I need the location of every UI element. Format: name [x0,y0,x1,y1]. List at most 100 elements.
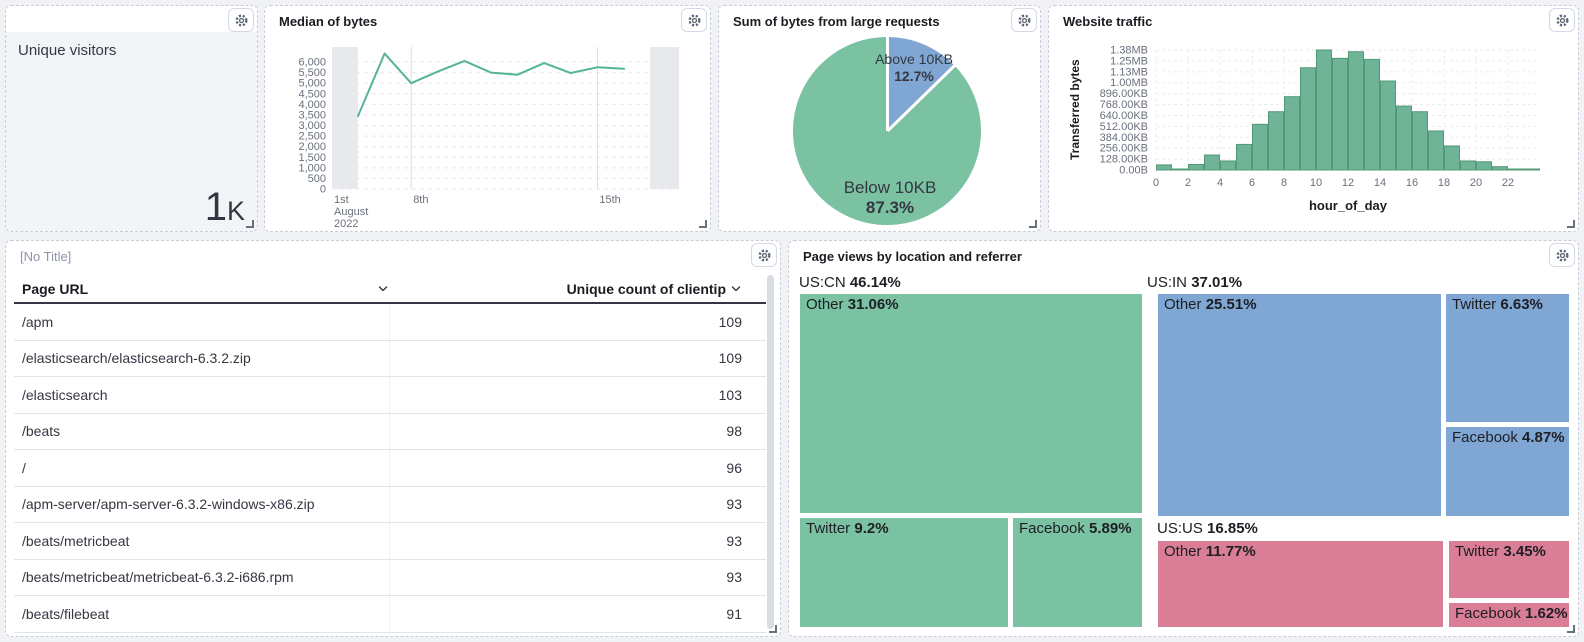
bar-hour-21[interactable] [1493,167,1508,170]
panel-resize-handle[interactable] [1567,220,1575,228]
bar-hour-7[interactable] [1269,112,1284,170]
panel-resize-handle[interactable] [769,625,777,633]
panel-title: [No Title] [20,249,744,264]
panel-header [6,6,257,32]
bar-hour-22[interactable] [1509,169,1524,170]
x-tick-label: 10 [1310,177,1322,189]
panel-resize-handle[interactable] [1029,220,1037,228]
bar-hour-13[interactable] [1365,59,1380,170]
bar-hour-23[interactable] [1525,169,1540,170]
x-tick-label: 4 [1217,177,1223,189]
treemap-group-label-us-in: US:IN 37.01% [1147,274,1242,291]
bar-hour-11[interactable] [1333,58,1348,170]
x-axis-title: hour_of_day [1156,198,1540,213]
bar-hour-3[interactable] [1205,155,1220,170]
panel-page-url-table: [No Title] Page URL Unique count of clie… [5,240,781,637]
cell-page-url[interactable]: /apm [14,314,389,330]
treemap-tile-cn-facebook[interactable]: Facebook 5.89% [1012,517,1143,628]
cell-page-url[interactable]: /beats/metricbeat [14,533,389,549]
panel-resize-handle[interactable] [699,220,707,228]
treemap-tile-in-other[interactable]: Other 25.51% [1157,293,1442,517]
bar-hour-20[interactable] [1477,162,1492,170]
x-tick-label: 15th [599,194,620,206]
bar-hour-9[interactable] [1301,68,1316,170]
line-series[interactable] [358,54,624,116]
bar-hour-15[interactable] [1397,106,1412,170]
bar-hour-0[interactable] [1157,165,1172,170]
column-header-page-url[interactable]: Page URL [14,281,389,297]
bar-hour-18[interactable] [1445,146,1460,170]
table-row: /beats/filebeat91 [14,596,766,633]
treemap-tile-us-twitter[interactable]: Twitter 3.45% [1448,540,1570,599]
table-header: Page URL Unique count of clientip [14,276,766,304]
bar-hour-19[interactable] [1461,161,1476,170]
cell-unique-count[interactable]: 96 [389,460,766,476]
treemap-tile-in-facebook[interactable]: Facebook 4.87% [1445,426,1570,517]
cell-page-url[interactable]: /elasticsearch/elasticsearch-6.3.2.zip [14,350,389,366]
cell-unique-count[interactable]: 109 [389,314,766,330]
table-row: /beats98 [14,414,766,451]
y-tick-label: 0 [320,184,326,196]
table-row: /elasticsearch103 [14,377,766,414]
bar-hour-1[interactable] [1173,169,1188,170]
cell-page-url[interactable]: /beats [14,423,389,439]
cell-unique-count[interactable]: 93 [389,533,766,549]
x-tick-label: 1st [334,194,349,206]
panel-settings-button[interactable] [681,8,707,32]
cell-unique-count[interactable]: 93 [389,496,766,512]
chevron-down-icon[interactable] [730,283,742,295]
bar-hour-5[interactable] [1237,144,1252,170]
treemap-tile-us-other[interactable]: Other 11.77% [1157,540,1444,628]
treemap-tile-us-facebook[interactable]: Facebook 1.62% [1448,602,1570,628]
column-header-unique-count[interactable]: Unique count of clientip [389,281,766,297]
bar-hour-2[interactable] [1189,164,1204,170]
bar-hour-16[interactable] [1413,112,1428,170]
cell-page-url[interactable]: /elasticsearch [14,387,389,403]
panel-settings-button[interactable] [1549,243,1575,267]
bar-hour-12[interactable] [1349,52,1364,170]
metric-value-number: 1 [205,187,227,227]
panel-settings-button[interactable] [1549,8,1575,32]
x-tick-label: 6 [1249,177,1255,189]
cell-unique-count[interactable]: 109 [389,350,766,366]
treemap: US:CN 46.14% US:IN 37.01% US:US 16.85% O… [789,241,1578,636]
table-row: /elasticsearch/elasticsearch-6.3.2.zip10… [14,341,766,378]
bar-hour-4[interactable] [1221,161,1236,170]
panel-resize-handle[interactable] [246,220,254,228]
panel-resize-handle[interactable] [1567,625,1575,633]
panel-settings-button[interactable] [1011,8,1037,32]
x-tick-label: 12 [1342,177,1354,189]
gear-icon [1555,248,1570,263]
cell-unique-count[interactable]: 91 [389,606,766,622]
cell-page-url[interactable]: /apm-server/apm-server-6.3.2-windows-x86… [14,496,389,512]
cell-page-url[interactable]: /beats/metricbeat/metricbeat-6.3.2-i686.… [14,569,389,585]
panel-title: Sum of bytes from large requests [733,14,1004,29]
cell-unique-count[interactable]: 103 [389,387,766,403]
panel-website-traffic: Website traffic 1.38MB1.25MB1.13MB1.00MB… [1048,5,1579,232]
bar-hour-14[interactable] [1381,81,1396,170]
table-row: /apm-server/apm-server-6.3.2-linux-x86_6… [14,633,766,636]
table-scrollbar[interactable] [767,275,774,629]
bar-hour-6[interactable] [1253,124,1268,170]
x-tick-label: 22 [1502,177,1514,189]
cell-page-url[interactable]: /beats/filebeat [14,606,389,622]
cell-unique-count[interactable]: 98 [389,423,766,439]
panel-settings-button[interactable] [751,243,777,267]
treemap-tile-cn-twitter[interactable]: Twitter 9.2% [799,517,1009,628]
pie-slice-label-above-10kb: Above 10KB 12.7% [874,51,954,84]
bar-hour-10[interactable] [1317,50,1332,170]
cell-unique-count[interactable]: 93 [389,569,766,585]
bar-hour-8[interactable] [1285,97,1300,170]
gear-icon [757,248,772,263]
cell-page-url[interactable]: / [14,460,389,476]
chevron-down-icon[interactable] [377,283,389,295]
metric-body: Unique visitors 1K [6,32,257,231]
treemap-tile-in-twitter[interactable]: Twitter 6.63% [1445,293,1570,423]
x-tick-label: 20 [1470,177,1482,189]
gear-icon [1555,13,1570,28]
line-chart[interactable]: 6,0005,5005,0004,5004,0003,5003,0002,500… [265,6,711,232]
bar-hour-17[interactable] [1429,131,1444,170]
treemap-tile-cn-other[interactable]: Other 31.06% [799,293,1143,514]
x-tick-label: 8th [413,194,428,206]
panel-settings-button[interactable] [228,8,254,32]
